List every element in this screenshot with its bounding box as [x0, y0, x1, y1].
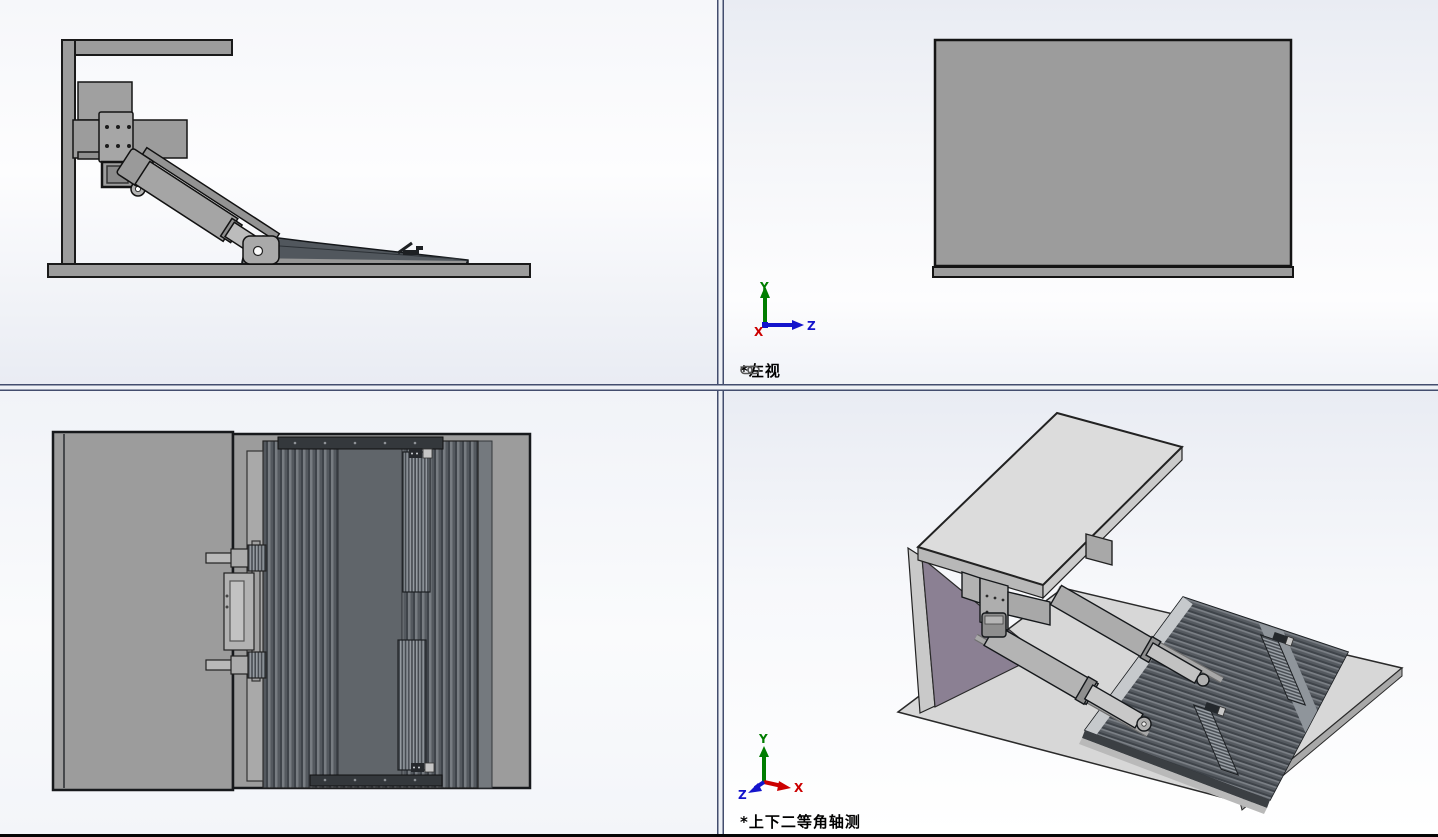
- floor-plate: [48, 264, 530, 277]
- orientation-triad: Y Z X: [754, 280, 816, 339]
- side-tab: [1086, 534, 1112, 565]
- bottom-cross-bar: [310, 775, 442, 786]
- viewport-splitter-horizontal[interactable]: [0, 384, 1438, 391]
- platform-right-rail: [478, 441, 492, 788]
- viewport-top-right[interactable]: Y Z X *左视: [724, 0, 1438, 384]
- z-axis-label: Z: [807, 319, 816, 333]
- ramp-side: [242, 236, 468, 264]
- top-cross-bar: [278, 437, 443, 449]
- upper-slot: [403, 449, 432, 592]
- view-label-text: *上下二等角轴测: [740, 815, 861, 830]
- link-icon: [740, 364, 760, 376]
- clevis-hole: [254, 247, 263, 256]
- top-view-drawing: [0, 391, 717, 834]
- y-axis-label: Y: [759, 280, 769, 294]
- center-channel: [338, 449, 402, 783]
- view-label-dimetric: *上下二等角轴测: [740, 815, 861, 830]
- clevis-front-pin: [1142, 722, 1146, 726]
- viewport-splitter-vertical[interactable]: [717, 0, 724, 834]
- view-label-left: *左视: [740, 364, 781, 379]
- clevis-rear: [1197, 674, 1209, 686]
- shelf-panel-top: [53, 432, 233, 790]
- viewport-top-left[interactable]: [0, 0, 717, 384]
- x-axis-label: X: [794, 781, 804, 795]
- bracket-box-top: [985, 616, 1003, 624]
- z-axis-head: [792, 320, 804, 330]
- y-axis-label: Y: [758, 732, 768, 746]
- floor-edge: [933, 267, 1293, 277]
- isometric-view-drawing: Y X Z: [724, 391, 1438, 834]
- cad-multiview-workspace: Y Z X *左视: [0, 0, 1438, 837]
- wall-face: [935, 40, 1291, 266]
- y-axis-head: [759, 746, 769, 757]
- orientation-triad-iso: Y X Z: [738, 732, 804, 802]
- bracket-left-plate: [962, 572, 980, 603]
- front-view-drawing: [0, 0, 717, 384]
- x-axis-head: [777, 781, 791, 791]
- center-bracket-inner: [230, 581, 244, 641]
- top-panel: [918, 413, 1182, 598]
- z-axis-label: Z: [738, 788, 747, 802]
- viewport-bottom-left[interactable]: [0, 391, 717, 834]
- viewport-bottom-right[interactable]: Y X Z *上下二等角轴测: [724, 391, 1438, 834]
- top-shelf: [62, 40, 232, 55]
- left-view-drawing: Y Z X: [724, 0, 1438, 384]
- x-axis-label: X: [754, 325, 764, 339]
